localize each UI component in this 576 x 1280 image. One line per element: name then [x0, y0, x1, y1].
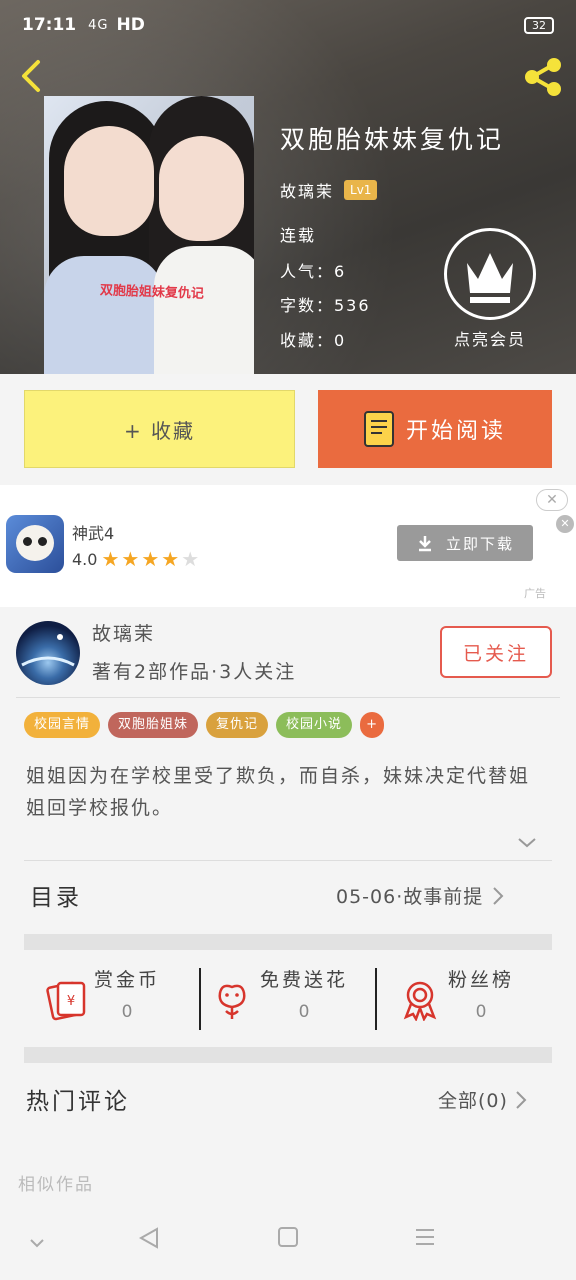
collect-button[interactable]: + 收藏 [24, 390, 295, 468]
status-time: 17:11 [22, 15, 77, 35]
section-separator [24, 1047, 552, 1063]
fan-ranking-label: 粉丝榜 [448, 969, 515, 991]
share-icon [525, 58, 561, 96]
ad-download-button[interactable]: 立即下载 [397, 525, 533, 561]
book-word-count: 字数：536 [280, 296, 371, 315]
similar-works-title: 相似作品 [18, 1175, 94, 1195]
all-comments-label: 全部(0) [438, 1090, 508, 1112]
catalog-latest-chapter[interactable]: 05-06·故事前提 [336, 882, 505, 909]
crown-icon [467, 253, 513, 303]
tag-list: 校园言情 双胞胎姐妹 复仇记 校园小说 + [24, 712, 385, 738]
reward-coins-label: 赏金币 [94, 969, 161, 991]
reward-flowers-count: 0 [298, 1002, 310, 1022]
divider [24, 860, 552, 861]
follow-button[interactable]: 已关注 [440, 626, 552, 678]
book-icon [363, 411, 394, 447]
ad-download-label: 立即下载 [445, 534, 514, 553]
divider [16, 697, 560, 698]
ad-stars: ★ ★ ★ ★ ★ [99, 547, 199, 571]
avatar[interactable] [16, 621, 80, 685]
share-button[interactable] [520, 54, 566, 100]
ad-banner[interactable]: ✕ ✕ 神武4 4.0 ★ ★ ★ ★ ★ 立即下载 广告 [0, 485, 576, 607]
ad-rating: 4.0 ★ ★ ★ ★ ★ [72, 547, 199, 571]
book-author-name[interactable]: 故璃茉 [280, 178, 334, 202]
ad-app-icon[interactable] [6, 515, 64, 573]
reward-coins[interactable]: ¥ 赏金币 0 [44, 965, 160, 1022]
ad-app-name: 神武4 [72, 524, 115, 543]
catalog-title[interactable]: 目录 [30, 878, 82, 912]
author-stats: 著有2部作品·3人关注 [92, 661, 297, 683]
all-comments-link[interactable]: 全部(0) [438, 1086, 528, 1113]
star-icon: ★ [161, 547, 180, 571]
download-icon [418, 536, 431, 552]
hot-comments-title: 热门评论 [26, 1089, 130, 1115]
book-cover-image[interactable]: 双胞胎姐妹复仇记 [44, 96, 254, 374]
latest-chapter-label: 05-06·故事前提 [336, 886, 484, 908]
red-envelope-icon: ¥ [46, 981, 86, 1021]
level-badge: Lv1 [344, 180, 378, 200]
book-favorites: 收藏：0 [280, 331, 347, 350]
tag-item[interactable]: 双胞胎姐妹 [108, 712, 199, 738]
system-nav-bar [0, 1206, 576, 1280]
book-description: 姐姐因为在学校里受了欺负，而自杀，妹妹决定代替姐姐回学校报仇。 [26, 765, 531, 819]
start-reading-button[interactable]: 开始阅读 [318, 390, 552, 468]
book-author-row: 故璃茉 Lv1 [280, 178, 378, 202]
ad-tag: 广告 [524, 587, 546, 600]
ad-close-icon[interactable]: ✕ [556, 515, 574, 533]
chevron-right-icon [493, 886, 504, 905]
book-status: 连载 [280, 226, 317, 245]
vip-button[interactable] [444, 228, 536, 320]
book-popularity: 人气：6 [280, 262, 347, 281]
section-separator [24, 934, 552, 950]
svg-text:¥: ¥ [67, 994, 75, 1009]
start-reading-label: 开始阅读 [405, 419, 506, 444]
fan-ranking[interactable]: 粉丝榜 0 [398, 965, 514, 1022]
chevron-left-icon [22, 60, 40, 92]
add-tag-button[interactable]: + [360, 712, 385, 738]
back-triangle-icon [138, 1227, 158, 1249]
star-icon: ★ [121, 547, 140, 571]
tag-item[interactable]: 校园小说 [276, 712, 353, 738]
medal-icon [403, 981, 437, 1021]
home-square-icon [278, 1227, 298, 1247]
battery-icon: 32 [524, 16, 554, 34]
fan-ranking-count: 0 [475, 1002, 487, 1022]
nav-home-button[interactable] [277, 1226, 299, 1252]
status-bar: 17:11 4G HD 32 [0, 0, 576, 50]
star-icon: ★ [181, 547, 200, 571]
star-icon: ★ [101, 547, 120, 571]
tag-item[interactable]: 校园言情 [24, 712, 101, 738]
nav-hide-button[interactable] [28, 1234, 46, 1253]
vip-label[interactable]: 点亮会员 [444, 326, 536, 350]
nav-back-button[interactable] [138, 1226, 160, 1254]
network-label: HD [116, 15, 145, 35]
tag-item[interactable]: 复仇记 [206, 712, 269, 738]
expand-description-button[interactable] [516, 834, 538, 850]
star-icon: ★ [141, 547, 160, 571]
flower-icon [218, 984, 246, 1019]
menu-icon [416, 1229, 434, 1245]
divider [199, 968, 201, 1030]
chevron-right-icon [516, 1090, 527, 1109]
ad-dismiss-button[interactable]: ✕ [536, 489, 568, 511]
ad-rating-value: 4.0 [72, 549, 98, 569]
reward-coins-count: 0 [121, 1002, 133, 1022]
book-title: 双胞胎妹妹复仇记 [280, 125, 505, 154]
nav-menu-button[interactable] [414, 1226, 436, 1252]
author-name[interactable]: 故璃茉 [92, 619, 155, 646]
reward-flowers[interactable]: 免费送花 0 [210, 965, 348, 1022]
divider [375, 968, 377, 1030]
chevron-down-icon [30, 1239, 44, 1248]
signal-icon: 4G [88, 17, 109, 33]
back-button[interactable] [14, 56, 54, 96]
chevron-down-icon [518, 838, 536, 848]
reward-flowers-label: 免费送花 [260, 969, 349, 991]
